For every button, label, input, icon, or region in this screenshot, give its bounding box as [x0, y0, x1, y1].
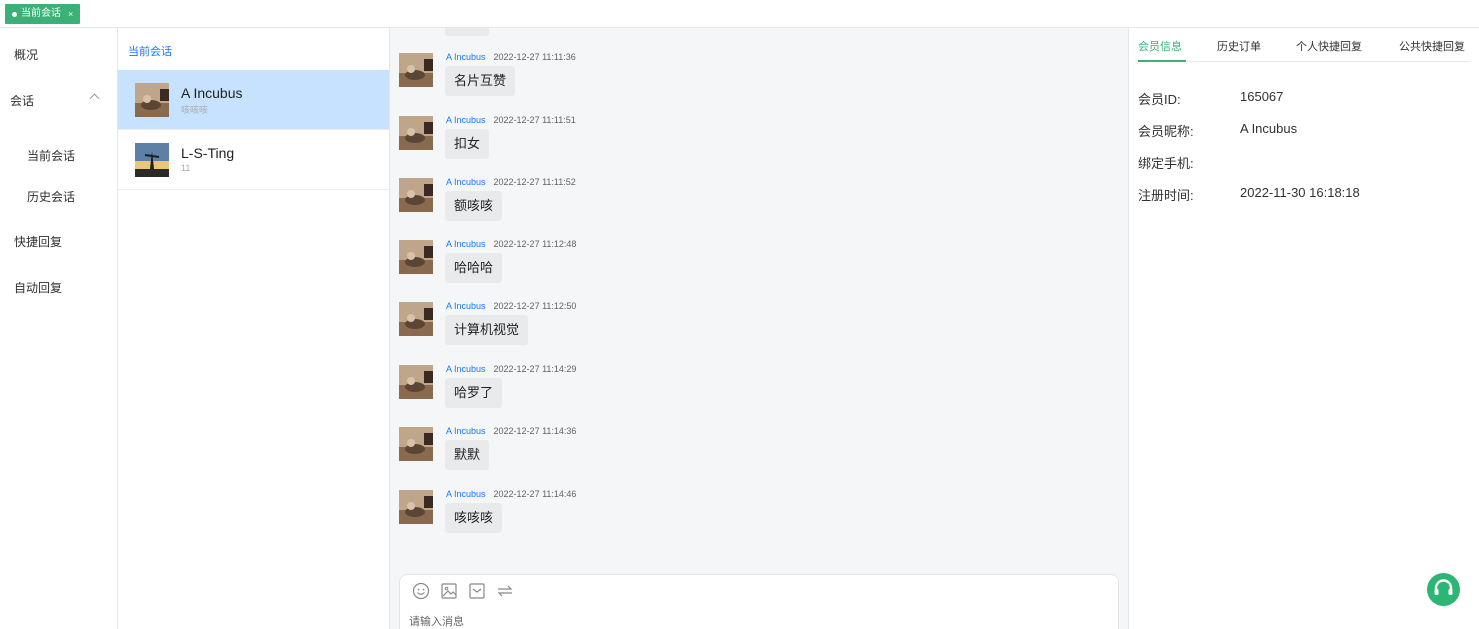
field-label: 绑定手机:	[1138, 156, 1194, 171]
sidebar-nav: 概况 会话 当前会话 历史会话 快捷回复 自动回复	[0, 28, 118, 629]
message-time: 2022-12-27 11:11:51	[493, 115, 576, 125]
avatar	[135, 143, 169, 177]
message-time: 2022-12-27 11:14:29	[493, 364, 577, 374]
avatar	[135, 83, 169, 117]
field-value: 2022-11-30 16:18:18	[1240, 185, 1360, 200]
member-panel: 会员信息 历史订单 个人快捷回复 公共快捷回复 会员ID: 165067 会员昵…	[1128, 28, 1479, 629]
conversation-item[interactable]: A Incubus 咳咳咳	[118, 70, 389, 130]
message-sender[interactable]: A Incubus	[446, 115, 486, 125]
message-sender[interactable]: A Incubus	[446, 52, 486, 62]
message-bubble: 默默	[445, 440, 490, 470]
avatar	[399, 302, 433, 336]
message-bubble: 哈哈哈	[445, 253, 503, 283]
avatar	[399, 116, 433, 150]
panel-tabs: 会员信息 历史订单 个人快捷回复 公共快捷回复	[1138, 28, 1469, 62]
conversation-list-title: 当前会话	[128, 46, 172, 58]
avatar	[399, 53, 433, 87]
field-value: A Incubus	[1240, 121, 1298, 136]
avatar	[399, 240, 433, 274]
avatar	[399, 490, 433, 524]
sidebar-item-auto-reply[interactable]: 自动回复	[14, 279, 62, 296]
message-sender[interactable]: A Incubus	[446, 364, 486, 374]
message-time: 2022-12-27 11:14:36	[493, 426, 577, 436]
message-bubble: 名片互赞	[445, 66, 516, 96]
composer-toolbar	[412, 582, 514, 600]
message-bubble: 计算机视觉	[445, 315, 529, 345]
sidebar-item-current-sessions[interactable]: 当前会话	[27, 147, 75, 164]
chat-panel: A Incubus 2022-12-27 11:11:36 名片互赞 A Incu…	[390, 28, 1128, 629]
order-card-icon[interactable]	[468, 582, 486, 600]
transfer-icon[interactable]	[496, 582, 514, 600]
message-bubble: 额咳咳	[445, 191, 503, 221]
avatar	[399, 365, 433, 399]
sidebar-item-history-sessions[interactable]: 历史会话	[27, 188, 75, 205]
avatar	[399, 427, 433, 461]
tag-bar: 当前会话 ×	[0, 0, 1479, 28]
tab-personal-quick-reply[interactable]: 个人快捷回复	[1296, 38, 1362, 54]
message-composer: 请输入消息	[399, 574, 1119, 629]
conversation-name: L-S-Ting	[181, 145, 235, 161]
message-time: 2022-12-27 11:12:48	[493, 239, 577, 249]
tab-public-quick-reply[interactable]: 公共快捷回复	[1399, 38, 1465, 54]
sidebar-item-quick-reply[interactable]: 快捷回复	[14, 233, 62, 250]
message-bubble-partial	[445, 28, 489, 36]
sidebar-item-overview[interactable]: 概况	[14, 46, 38, 63]
customer-support-button[interactable]	[1427, 573, 1460, 606]
message-sender[interactable]: A Incubus	[446, 489, 486, 499]
chevron-up-icon[interactable]	[89, 93, 100, 104]
conversation-preview: 11	[181, 163, 191, 173]
message-bubble: 扣女	[445, 129, 490, 159]
tab-member-info[interactable]: 会员信息	[1138, 38, 1182, 54]
conversation-item[interactable]: L-S-Ting 11	[118, 130, 389, 190]
headset-icon	[1434, 579, 1453, 595]
message-time: 2022-12-27 11:11:52	[493, 177, 576, 187]
message-time: 2022-12-27 11:11:36	[493, 52, 576, 62]
field-value: 165067	[1240, 89, 1284, 104]
active-dot-icon	[12, 11, 17, 17]
sidebar-item-sessions[interactable]: 会话	[10, 92, 34, 109]
message-sender[interactable]: A Incubus	[446, 239, 486, 249]
tab-tag-label: 当前会话	[21, 8, 61, 19]
message-time: 2022-12-27 11:14:46	[493, 489, 577, 499]
avatar	[399, 178, 433, 212]
tab-tag-current-sessions[interactable]: 当前会话 ×	[5, 4, 81, 24]
close-icon[interactable]: ×	[68, 4, 73, 24]
emoji-icon[interactable]	[412, 582, 430, 600]
message-bubble: 咳咳咳	[445, 503, 503, 533]
message-sender[interactable]: A Incubus	[446, 301, 486, 311]
message-sender[interactable]: A Incubus	[446, 177, 486, 187]
conversation-preview: 咳咳咳	[181, 105, 209, 115]
tab-order-history[interactable]: 历史订单	[1217, 38, 1261, 54]
field-label: 注册时间:	[1138, 188, 1194, 203]
message-time: 2022-12-27 11:12:50	[493, 301, 577, 311]
field-label: 会员昵称:	[1138, 124, 1194, 139]
image-icon[interactable]	[440, 582, 458, 600]
message-sender[interactable]: A Incubus	[446, 426, 486, 436]
message-bubble: 哈罗了	[445, 378, 503, 408]
active-tab-indicator	[1138, 60, 1186, 62]
conversation-list: 当前会话 A Incubus 咳咳咳 L-S-Ting 11	[118, 28, 390, 629]
message-input[interactable]: 请输入消息	[409, 613, 464, 629]
conversation-name: A Incubus	[181, 85, 243, 101]
field-label: 会员ID:	[1138, 92, 1181, 107]
